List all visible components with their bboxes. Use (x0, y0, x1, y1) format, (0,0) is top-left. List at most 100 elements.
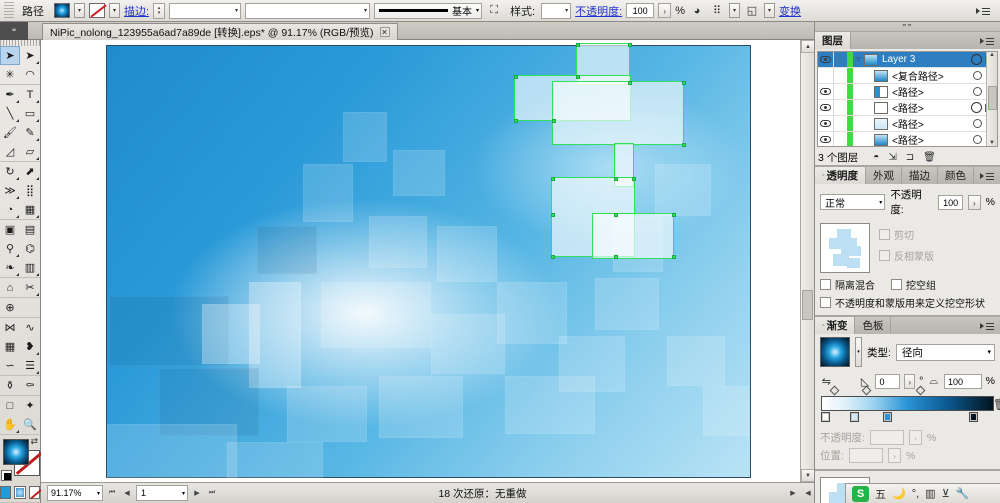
anchor-point[interactable] (614, 177, 618, 181)
free-transform-tool[interactable]: ⣿ (20, 181, 40, 200)
eyedropper-tool[interactable]: ⚲ (0, 239, 20, 258)
blob-brush-tool[interactable]: ◿ (0, 142, 20, 161)
previous-artboard-button[interactable]: ◀ (121, 486, 133, 500)
visibility-toggle-icon[interactable] (818, 120, 833, 127)
artboard[interactable] (106, 43, 751, 482)
gradient-ramp[interactable] (821, 396, 994, 411)
shape-dropdown[interactable]: ▾ (763, 3, 775, 18)
eyedropper-alt-tool[interactable]: ⚱ (0, 376, 20, 395)
tab-gradient-1[interactable]: 色板 (855, 317, 892, 334)
visibility-toggle-icon[interactable] (818, 56, 833, 63)
opacity-mask-row[interactable]: 不透明度和蒙版用来定义挖空形状 (820, 295, 985, 310)
gradient-stop[interactable] (969, 412, 978, 422)
none-mode[interactable] (28, 486, 40, 499)
transparency-object-thumbnail[interactable] (820, 223, 870, 273)
dock-grip[interactable]: ❞❞ (815, 22, 1000, 31)
tab-gradient-0[interactable]: ◦ 渐变 (815, 317, 856, 334)
stroke-weight-stepper[interactable]: ▴ ▾ (153, 2, 166, 19)
selected-subpath[interactable] (592, 213, 674, 259)
layers-list[interactable]: ▽ Layer 3 <复合路径> <路径> <路径> <路径> <路径> ▲ ▼ (817, 51, 998, 147)
isolate-blending-checkbox[interactable] (820, 279, 831, 290)
lock-toggle-icon[interactable] (833, 52, 847, 67)
knockout-group-row[interactable]: 挖空组 (891, 277, 936, 292)
transparency-opacity-value[interactable]: 100 (938, 194, 964, 210)
clip-checkbox[interactable] (879, 229, 890, 240)
stroke-weight-combo[interactable]: ▾ (169, 2, 242, 19)
layers-scroll-thumb[interactable] (988, 86, 997, 110)
scroll-up-arrow[interactable]: ▲ (801, 40, 814, 53)
stroke-swatch[interactable] (89, 3, 105, 18)
knockout-group-checkbox[interactable] (891, 279, 902, 290)
target-indicator[interactable] (971, 102, 982, 113)
artboard-tool[interactable]: ⌂ (0, 278, 20, 297)
target-indicator[interactable] (971, 54, 982, 65)
first-artboard-button[interactable]: ⏮ (106, 486, 118, 500)
target-indicator[interactable] (973, 87, 982, 96)
canvas-area[interactable]: ▲ ▼ (41, 40, 814, 482)
reverse-gradient-icon[interactable]: ⇋ (820, 373, 833, 389)
graphic-style-combo[interactable]: ▾ (541, 2, 572, 19)
artboard-number-combo[interactable]: 1 ▾ (136, 485, 188, 501)
visibility-toggle-icon[interactable] (818, 88, 833, 95)
anchor-point[interactable] (672, 255, 676, 259)
transparency-panel-menu-icon[interactable] (980, 170, 996, 182)
width-tool[interactable]: ≫ (0, 181, 20, 200)
pen-tool[interactable]: ✒ (0, 85, 20, 104)
gradient-slider[interactable]: 🗑 (821, 385, 1000, 430)
layer-row[interactable]: ▽ Layer 3 (818, 52, 997, 68)
opacity-label[interactable]: 不透明度: (575, 3, 622, 19)
clip-checkbox-row[interactable]: 剪切 (879, 227, 934, 242)
keyboard-icon[interactable]: ▥ (925, 487, 935, 500)
anchor-point[interactable] (682, 81, 686, 85)
anchor-point[interactable] (614, 213, 618, 217)
blend-mode-select[interactable]: 正常 ▾ (820, 194, 886, 210)
isolate-icon[interactable]: ⛶ (486, 3, 502, 19)
scroll-down-arrow[interactable]: ▼ (801, 469, 814, 482)
gradient-mode[interactable] (14, 486, 26, 499)
target-indicator[interactable] (973, 135, 982, 144)
target-indicator[interactable] (973, 71, 982, 80)
anchor-point[interactable] (628, 81, 632, 85)
toolbox-icon[interactable]: ⊻ (942, 487, 950, 500)
variable-width-profile-combo[interactable]: 基本 ▾ (374, 2, 483, 19)
align-icon[interactable]: ⠿ (709, 3, 725, 19)
gradient-type-select[interactable]: 径向 ▾ (895, 343, 995, 361)
invert-mask-checkbox-row[interactable]: 反相蒙版 (879, 248, 934, 263)
anchor-point[interactable] (551, 213, 555, 217)
blend-tool[interactable]: ⌬ (20, 239, 40, 258)
direct-selection-tool[interactable]: ➤ (20, 46, 40, 65)
shape-icon[interactable]: ◱ (744, 3, 760, 19)
close-icon[interactable]: ✕ (379, 27, 390, 37)
brush-definition-combo[interactable]: ▾ (245, 2, 371, 19)
selection-tool[interactable]: ➤ (0, 46, 20, 65)
tab-bar-grip[interactable]: ❝ (0, 22, 28, 40)
punctuation-icon[interactable]: °, (912, 488, 919, 500)
target-indicator[interactable] (973, 119, 982, 128)
control-bar-grip[interactable] (4, 1, 14, 20)
warp-tool[interactable]: ∿ (20, 318, 40, 337)
document-tab[interactable]: NiPic_nolong_123955a6ad7a89de [转换].eps* … (42, 23, 398, 40)
anchor-point[interactable] (576, 75, 580, 79)
column-graph-tool[interactable]: ▥ (20, 258, 40, 277)
layer-row[interactable]: <路径> (818, 116, 997, 132)
layer-row[interactable]: <路径> (818, 100, 997, 116)
symmetry-tool[interactable]: ⊕ (0, 298, 20, 317)
eraser-tool[interactable]: ▱ (20, 142, 40, 161)
visibility-toggle-icon[interactable] (818, 104, 833, 111)
anchor-point[interactable] (552, 119, 556, 123)
stroke-swatch-dropdown[interactable]: ▾ (109, 3, 120, 18)
free-distort-tool[interactable]: ⋈ (0, 318, 20, 337)
crop-tool[interactable]: □ (0, 396, 20, 415)
next-artboard-button[interactable]: ▶ (191, 486, 203, 500)
smooth-tool[interactable]: ∽ (0, 356, 20, 375)
wrench-icon[interactable]: 🔧 (956, 487, 970, 500)
expand-triangle-icon[interactable]: ▽ (853, 56, 864, 63)
gradient-opacity-value[interactable] (869, 430, 904, 445)
anchor-point[interactable] (614, 255, 618, 259)
layer-row[interactable]: <路径> (818, 132, 997, 146)
graph-tool[interactable]: ▦ (0, 337, 20, 356)
invert-mask-checkbox[interactable] (879, 250, 890, 261)
gradient-stop[interactable] (883, 412, 892, 422)
lock-toggle-icon[interactable] (833, 84, 847, 99)
layer-row[interactable]: <路径> (818, 84, 997, 100)
